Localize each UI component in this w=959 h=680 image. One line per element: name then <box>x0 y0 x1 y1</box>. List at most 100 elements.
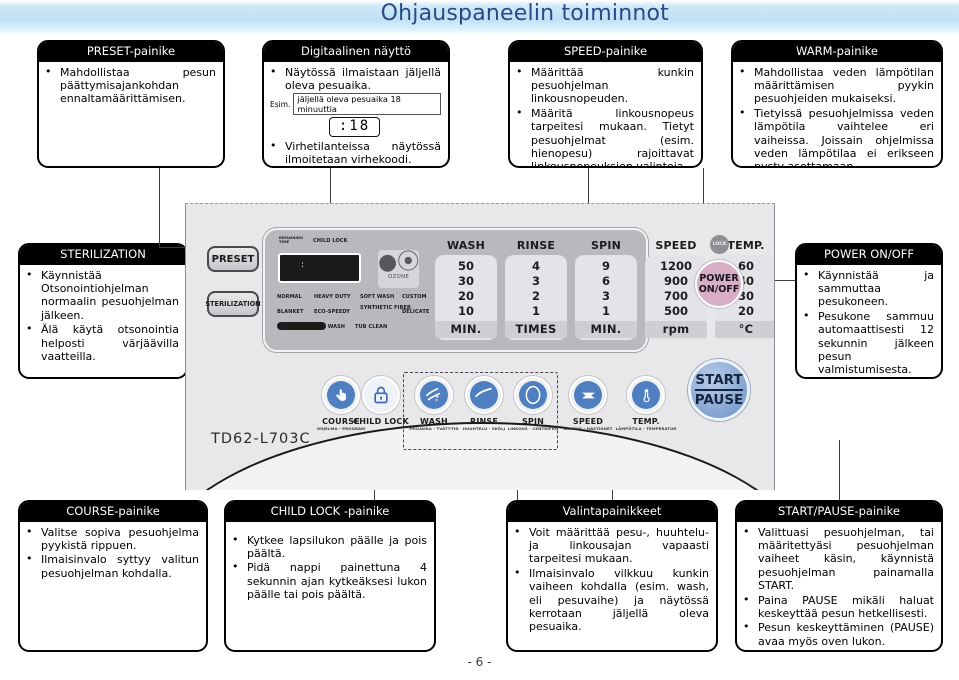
rinse-icon <box>470 381 498 409</box>
remaining-time-label: REMAINING TIME <box>279 236 304 244</box>
list-item: Virhetilanteissa näytössä ilmoitetaan vi… <box>268 139 441 166</box>
callout-warm: WARM-painike Mahdollistaa veden lämpötil… <box>731 40 943 168</box>
connector-startpause <box>839 440 840 500</box>
program-label: DELICATE <box>402 309 430 315</box>
value: 3 <box>601 289 610 303</box>
program-label: CUSTOM <box>402 294 427 300</box>
child-lock-button[interactable]: CHILD LOCK <box>352 376 410 426</box>
column-unit: rpm <box>645 321 707 338</box>
sterilization-button[interactable]: STERILIZATION <box>205 291 261 317</box>
callout-childlock: CHILD LOCK -painike Kytkee lapsilukon pä… <box>224 500 436 652</box>
callout-warm-title: WARM-painike <box>733 42 941 62</box>
list-item: Älä käytä otsonointia helposti värjäävil… <box>24 322 179 363</box>
hand-touch-icon <box>327 381 355 409</box>
child-lock-button-label: CHILD LOCK <box>353 417 409 426</box>
column-title: SPEED <box>655 239 697 252</box>
wash-button[interactable]: WASH PESUAIKA - TVÄTT-TID <box>408 376 460 431</box>
speed-button[interactable]: SPEED NOPEUS - HASTIGHET <box>559 376 617 431</box>
column-unit: °C <box>715 321 774 338</box>
start-pause-button[interactable]: START PAUSE <box>688 359 750 421</box>
column-unit: MIN. <box>435 321 497 338</box>
callout-preset-list: Mahdollistaa pesun päättymisajankohdan e… <box>43 65 216 106</box>
speed-icon <box>574 381 602 409</box>
callout-speed: SPEED-painike Määrittää kunkin pesuohjel… <box>508 40 703 168</box>
list-item: Pesun keskeyttäminen (PAUSE) avaa myös o… <box>741 620 934 648</box>
list-item: Tietyissä pesuohjelmissa veden lämpötila… <box>737 106 934 166</box>
value: 4 <box>531 259 540 273</box>
rinse-button[interactable]: RINSE HUUHTELU - SKÖLJ <box>458 376 510 431</box>
callout-selection-title: Valintapainikkeet <box>508 502 716 522</box>
program-label: NORMAL <box>277 294 302 300</box>
preset-button[interactable]: PRESET <box>207 246 259 272</box>
lcd-example: :18 <box>268 117 441 137</box>
value: 30 <box>457 274 474 288</box>
list-item: Mahdollistaa veden lämpötilan määrittämi… <box>737 65 934 106</box>
list-item: Käynnistää Otsonointiohjelman normaalin … <box>24 268 179 323</box>
value: 500 <box>663 304 688 318</box>
value-column-spin: SPIN 9 6 3 1 MIN. <box>575 239 637 340</box>
spin-button[interactable]: SPIN LINKOUS - CENTRIFUG <box>507 376 559 431</box>
program-row: BLANKET ECO-SPEEDY SYNTHETIC FIBER DELIC… <box>275 305 429 320</box>
list-item: Valitse sopiva pesuohjelma pyykistä ripp… <box>24 525 199 553</box>
page-title: Ohjauspaneelin toiminnot <box>380 1 669 26</box>
speed-button-sublabel: NOPEUS - HASTIGHET <box>563 426 613 431</box>
value: 10 <box>457 304 474 318</box>
spin-button-sublabel: LINKOUS - CENTRIFUG <box>507 426 559 431</box>
thermometer-icon <box>632 381 660 409</box>
list-item: Valittuasi pesuohjelman, tai määritettyä… <box>741 525 934 593</box>
program-row: NORMAL HEAVY DUTY SOFT WASH CUSTOM <box>275 290 427 305</box>
connector-preset <box>159 168 160 248</box>
power-on-off-button[interactable]: POWER ON/OFF <box>695 260 743 308</box>
display-module: REMAINING TIME CHILD LOCK : ●⦿ OZONE NOR… <box>263 228 774 352</box>
example-text: jäljellä oleva pesuaika 18 minuuttia <box>293 93 441 116</box>
value: 9 <box>601 259 610 273</box>
program-row: STERILIZATION AIR WASH TUB CLEAN <box>275 320 425 335</box>
list-item: Käynnistää ja sammuttaa pesukoneen. <box>801 268 934 309</box>
rinse-button-sublabel: HUUHTELU - SKÖLJ <box>462 426 506 431</box>
program-label: SOFT WASH <box>360 294 395 300</box>
sterilization-button-label: STERILIZATION <box>205 300 261 308</box>
program-label: BLANKET <box>277 309 304 315</box>
column-unit: MIN. <box>575 321 637 338</box>
temp-button[interactable]: TEMP. LÄMPÖTILA - TEMPERATUR <box>614 376 678 431</box>
list-item: Näytössä ilmaistaan jäljellä oleva pesua… <box>268 65 441 93</box>
temp-button-sublabel: LÄMPÖTILA - TEMPERATUR <box>615 426 677 431</box>
column-title: WASH <box>446 239 486 252</box>
program-label: AIR WASH <box>316 324 346 330</box>
lock-indicator: LOCK <box>710 235 729 254</box>
list-item: Voit määrittää pesu-, huuhtelu- ja linko… <box>512 525 709 566</box>
value-column-wash: WASH 50 30 20 10 MIN. <box>435 239 497 340</box>
callout-speed-title: SPEED-painike <box>510 42 701 62</box>
value: 2 <box>531 289 540 303</box>
spin-button-label: SPIN <box>521 417 545 426</box>
program-label: SYNTHETIC FIBER <box>360 305 411 311</box>
program-label: HEAVY DUTY <box>314 294 351 300</box>
list-item: Määrittää kunkin pesuohjelman linkousnop… <box>514 65 694 106</box>
start-button-line2: PAUSE <box>694 389 744 408</box>
column-title: RINSE <box>516 239 556 252</box>
list-item: Pesukone sammuu automaattisesti 12 sekun… <box>801 309 934 377</box>
spin-icon <box>519 381 547 409</box>
wash-button-label: WASH <box>420 417 448 426</box>
value: 1 <box>531 304 540 318</box>
speed-button-label: SPEED <box>572 417 604 426</box>
callout-display: Digitaalinen näyttö Näytössä ilmaistaan … <box>262 40 450 168</box>
padlock-icon <box>367 381 395 409</box>
callout-preset-title: PRESET-painike <box>39 42 223 62</box>
course-button-sublabel: OHJELMA - PROGRAM <box>316 426 366 431</box>
lcd-colon: : <box>301 260 305 270</box>
value: 1 <box>601 304 610 318</box>
column-unit: TIMES <box>505 321 567 338</box>
list-item: Kytkee lapsilukon päälle ja pois päältä. <box>230 533 427 561</box>
list-item: Mahdollistaa pesun päättymisajankohdan e… <box>43 65 216 106</box>
lock-indicator-label: LOCK <box>712 242 727 247</box>
callout-power: POWER ON/OFF Käynnistää ja sammuttaa pes… <box>795 243 943 379</box>
page-number: - 6 - <box>467 655 492 669</box>
program-indicator-list: NORMAL HEAVY DUTY SOFT WASH CUSTOM BLANK… <box>275 290 429 335</box>
value: 20 <box>457 289 474 303</box>
start-button-line1: START <box>695 372 743 388</box>
model-number: TD62-L703C <box>211 431 311 447</box>
value: 3 <box>531 274 540 288</box>
callout-preset: PRESET-painike Mahdollistaa pesun päätty… <box>37 40 225 168</box>
callout-selection: Valintapainikkeet Voit määrittää pesu-, … <box>506 500 718 652</box>
